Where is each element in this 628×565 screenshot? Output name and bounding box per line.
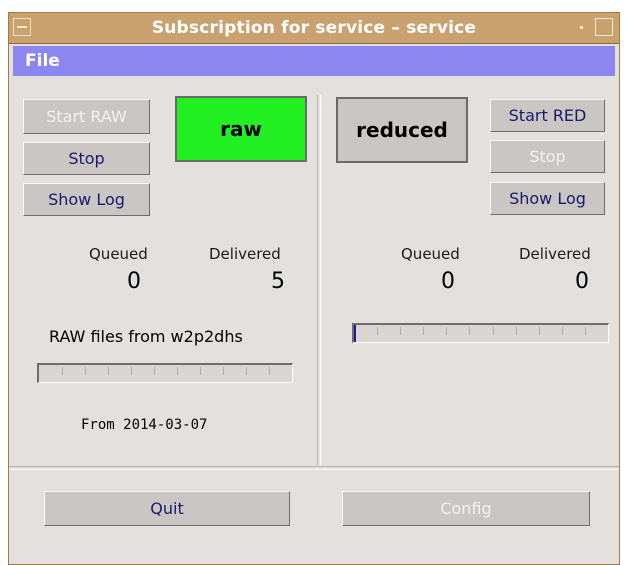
red-queued-label: Queued <box>401 245 460 263</box>
red-delivered-value: 0 <box>575 269 589 294</box>
progress-tick <box>62 367 63 375</box>
raw-delivered-value: 5 <box>271 269 285 294</box>
config-button[interactable]: Config <box>342 491 590 526</box>
progress-tick <box>469 327 470 335</box>
raw-status-indicator: raw <box>175 96 307 162</box>
reduced-status-indicator: reduced <box>336 97 468 163</box>
red-progress-fill <box>354 325 356 342</box>
progress-tick <box>177 367 178 375</box>
progress-tick <box>108 367 109 375</box>
start-raw-button[interactable]: Start RAW <box>23 99 150 134</box>
quit-button[interactable]: Quit <box>44 491 290 526</box>
red-queued-value: 0 <box>441 269 455 294</box>
progress-tick <box>493 327 494 335</box>
raw-queued-label: Queued <box>89 245 148 263</box>
raw-source-caption: RAW files from w2p2dhs <box>49 327 243 346</box>
menu-bar: File <box>13 46 615 76</box>
progress-tick <box>423 327 424 335</box>
progress-tick <box>562 327 563 335</box>
progress-tick <box>400 327 401 335</box>
stop-red-button[interactable]: Stop <box>490 140 605 173</box>
progress-tick <box>154 367 155 375</box>
subscription-window: Subscription for service – service File … <box>8 12 620 565</box>
menu-file[interactable]: File <box>25 46 60 76</box>
footer-divider <box>9 466 619 470</box>
raw-from-date: From 2014-03-07 <box>81 417 208 433</box>
progress-tick <box>377 327 378 335</box>
progress-tick <box>223 367 224 375</box>
maximize-button[interactable] <box>595 18 613 36</box>
progress-tick <box>200 367 201 375</box>
show-log-red-button[interactable]: Show Log <box>490 182 605 215</box>
raw-progress-bar <box>37 363 293 383</box>
minimize-icon <box>580 26 583 29</box>
progress-tick <box>246 367 247 375</box>
raw-queued-value: 0 <box>127 269 141 294</box>
raw-delivered-label: Delivered <box>209 245 281 263</box>
window-title: Subscription for service – service <box>151 18 477 38</box>
minimize-button[interactable] <box>573 18 591 36</box>
progress-tick <box>131 367 132 375</box>
red-progress-bar <box>352 323 609 343</box>
progress-tick <box>446 327 447 335</box>
show-log-raw-button[interactable]: Show Log <box>23 183 150 216</box>
progress-tick <box>516 327 517 335</box>
start-red-button[interactable]: Start RED <box>490 99 605 132</box>
progress-tick <box>269 367 270 375</box>
title-bar[interactable]: Subscription for service – service <box>9 13 619 44</box>
stop-raw-button[interactable]: Stop <box>23 142 150 175</box>
progress-tick <box>85 367 86 375</box>
red-delivered-label: Delivered <box>519 245 591 263</box>
progress-tick <box>539 327 540 335</box>
panel-divider <box>317 95 321 465</box>
progress-tick <box>585 327 586 335</box>
